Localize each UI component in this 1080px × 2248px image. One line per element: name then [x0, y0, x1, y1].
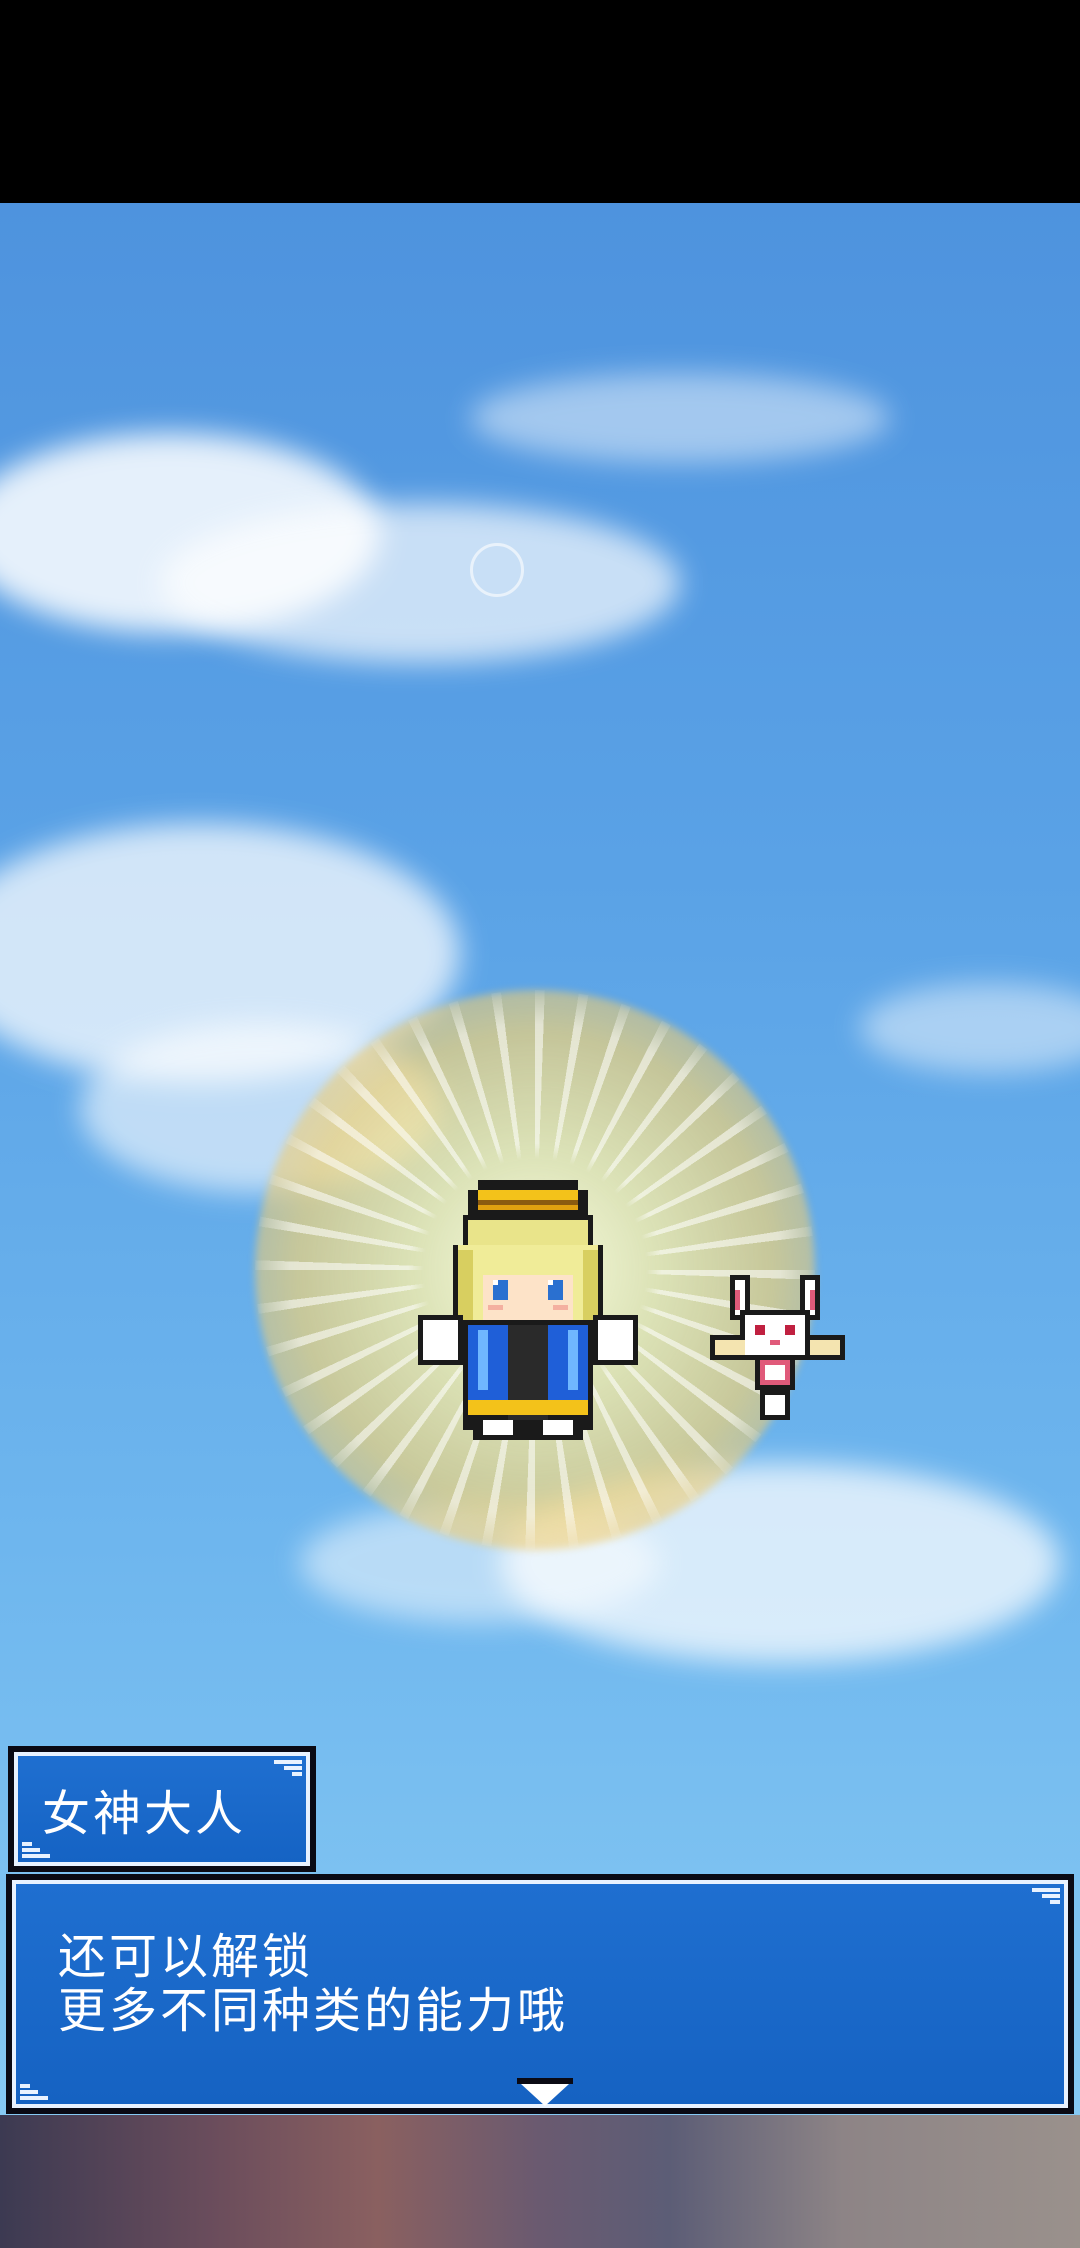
cloud — [860, 983, 1080, 1073]
goddess-sprite[interactable] — [418, 1180, 638, 1455]
bottom-blurred-bar — [0, 2115, 1080, 2248]
dialogue-panel: 还可以解锁 更多不同种类的能力哦 — [12, 1880, 1068, 2108]
down-triangle-icon[interactable] — [517, 2078, 573, 2106]
bunny-fairy-sprite[interactable] — [710, 1275, 845, 1425]
corner-sparkle-icon — [1032, 1888, 1060, 1904]
game-screen[interactable]: 女神大人 还可以解锁 更多不同种类的能力哦 — [0, 0, 1080, 2248]
top-black-bar — [0, 0, 1080, 203]
dialogue-box[interactable]: 还可以解锁 更多不同种类的能力哦 — [6, 1874, 1074, 2114]
dialogue-line-1: 还可以解锁 — [58, 1929, 314, 1985]
cloud — [470, 373, 890, 463]
dialogue-text: 还可以解锁 更多不同种类的能力哦 — [58, 1930, 568, 2038]
speaker-name: 女神大人 — [42, 1786, 247, 1842]
cloud — [160, 503, 680, 663]
speaker-name-box: 女神大人 — [8, 1746, 316, 1872]
speaker-name-panel: 女神大人 — [14, 1752, 310, 1866]
bubble-ring — [470, 543, 524, 597]
dialogue-line-2: 更多不同种类的能力哦 — [58, 1983, 569, 2039]
corner-sparkle-icon — [20, 2084, 48, 2100]
corner-sparkle-icon — [274, 1760, 302, 1776]
